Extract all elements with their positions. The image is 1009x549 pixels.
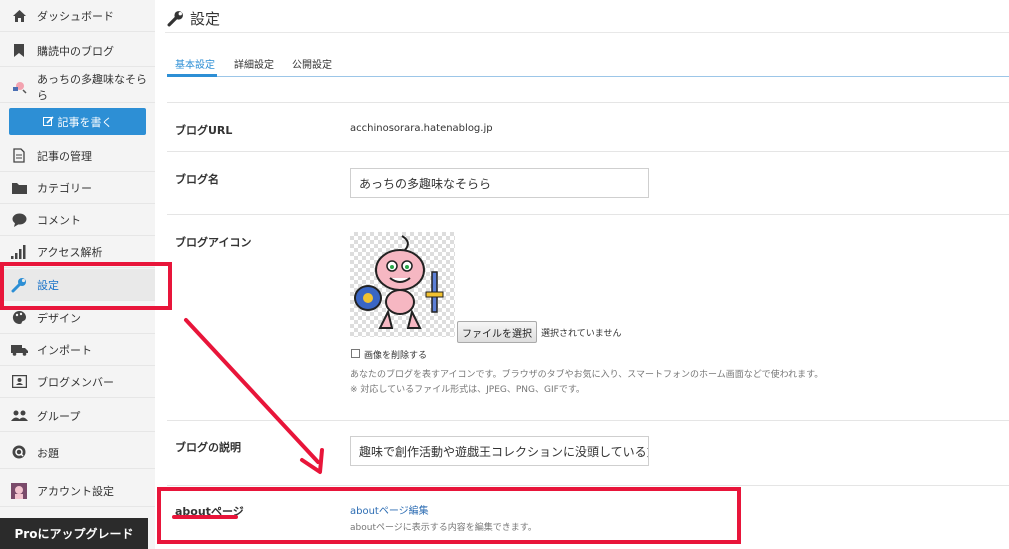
delete-image-label[interactable]: 画像を削除する — [364, 348, 427, 361]
delete-image-checkbox[interactable] — [351, 349, 360, 358]
about-page-underline — [172, 515, 238, 519]
home-icon — [10, 7, 28, 25]
page-title-text: 設定 — [190, 9, 221, 28]
tabs-divider — [167, 76, 1009, 77]
blog-icon-format-note: ※ 対応しているファイル形式は、JPEG、PNG、GIFです。 — [350, 385, 585, 395]
sidebar-item-label: カテゴリー — [37, 181, 92, 195]
divider — [167, 420, 1009, 421]
sidebar-item-members[interactable]: ブログメンバー — [0, 366, 155, 398]
settings-highlight-box — [0, 262, 172, 310]
sidebar-item-subscriptions[interactable]: 購読中のブログ — [0, 35, 155, 67]
tab-publish-settings[interactable]: 公開設定 — [292, 56, 332, 71]
group-icon — [10, 407, 28, 425]
sidebar-item-label: お題 — [37, 446, 59, 460]
write-article-label: 記事を書く — [57, 115, 113, 129]
sidebar-item-account[interactable]: アカウント設定 — [0, 475, 155, 507]
active-tab-indicator — [167, 74, 217, 77]
tab-basic-settings[interactable]: 基本設定 — [175, 56, 215, 71]
blog-url-value: acchinosorara.hatenablog.jp — [350, 123, 493, 134]
sidebar-item-label: あっちの多趣味なそらら — [37, 72, 147, 102]
write-article-button[interactable]: 記事を書く — [9, 108, 146, 135]
blog-name-label: ブログ名 — [175, 173, 219, 186]
id-card-icon — [10, 373, 28, 391]
blog-icon-preview — [350, 232, 455, 337]
sidebar-item-categories[interactable]: カテゴリー — [0, 172, 155, 204]
divider — [165, 32, 1009, 33]
choose-file-button[interactable]: ファイルを選択 — [457, 321, 537, 343]
divider — [167, 485, 1009, 486]
sidebar-item-label: ダッシュボード — [37, 9, 114, 23]
folder-icon — [10, 179, 28, 197]
user-avatar-icon — [10, 482, 28, 500]
divider — [167, 151, 1009, 152]
palette-icon — [10, 309, 28, 327]
comment-icon — [10, 211, 28, 229]
sidebar-item-topics[interactable]: お題 — [0, 437, 155, 469]
sidebar-item-dashboard[interactable]: ダッシュボード — [0, 0, 155, 32]
sidebar-item-comments[interactable]: コメント — [0, 204, 155, 236]
sidebar-item-label: グループ — [37, 409, 81, 423]
sidebar-item-articles[interactable]: 記事の管理 — [0, 140, 155, 172]
sidebar-item-label: アカウント設定 — [37, 484, 114, 498]
blog-icon-label: ブログアイコン — [175, 236, 252, 249]
sidebar-item-label: インポート — [37, 343, 92, 357]
blog-description-label: ブログの説明 — [175, 441, 241, 454]
sidebar-item-label: アクセス解析 — [37, 245, 103, 259]
blog-icon-help-text: あなたのブログを表すアイコンです。ブラウザのタブやお気に入り、スマートフォンのホ… — [350, 370, 824, 380]
truck-icon — [10, 341, 28, 359]
upgrade-pro-button[interactable]: Proにアップグレード — [0, 518, 148, 549]
divider — [167, 214, 1009, 215]
page-title: 設定 — [167, 6, 220, 30]
file-status-text: 選択されていません — [541, 329, 622, 339]
sidebar-item-groups[interactable]: グループ — [0, 400, 155, 432]
tab-advanced-settings[interactable]: 詳細設定 — [234, 56, 274, 71]
divider — [167, 102, 1009, 103]
blog-url-label: ブログURL — [175, 124, 233, 137]
sidebar-item-label: デザイン — [37, 311, 81, 325]
bar-chart-icon — [10, 243, 28, 261]
document-icon — [10, 147, 28, 165]
sidebar-item-label: コメント — [37, 213, 81, 227]
blog-description-input[interactable]: 趣味で創作活動や遊戯王コレクションに没頭している方 — [350, 436, 649, 466]
mascot-image — [354, 235, 444, 329]
blog-name-input[interactable]: あっちの多趣味なそらら — [350, 168, 649, 198]
sidebar-item-blog[interactable]: あっちの多趣味なそらら — [0, 71, 155, 103]
sidebar-item-label: ブログメンバー — [37, 375, 114, 389]
sidebar-item-label: 購読中のブログ — [37, 44, 114, 58]
about-page-highlight-box — [157, 487, 741, 544]
search-icon — [10, 444, 28, 462]
sidebar-item-label: 記事の管理 — [37, 149, 92, 163]
settings-screen: ダッシュボード 購読中のブログ あっちの多趣味なそらら 記事を書く 記事の管理 — [0, 0, 1009, 549]
sidebar-item-import[interactable]: インポート — [0, 334, 155, 366]
pencil-icon — [42, 116, 54, 127]
blog-avatar-icon — [10, 78, 28, 96]
bookmark-icon — [10, 42, 28, 60]
wrench-icon — [167, 10, 184, 27]
